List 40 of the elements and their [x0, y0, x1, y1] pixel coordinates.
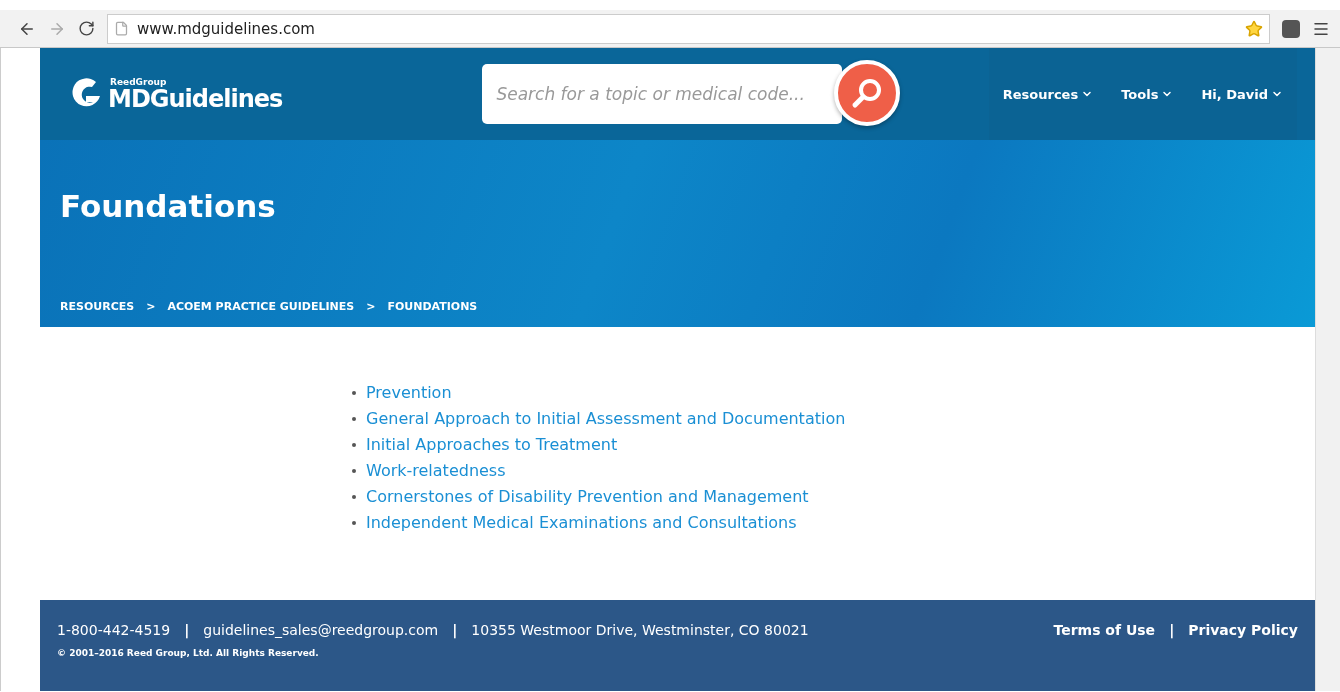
footer-separator: |	[451, 622, 459, 638]
bullet	[352, 494, 356, 499]
nav-menu[interactable]: Tools	[1107, 48, 1188, 140]
breadcrumb-separator: >	[365, 300, 377, 313]
breadcrumb-link[interactable]: RESOURCES	[60, 300, 135, 313]
reload-icon[interactable]	[78, 20, 95, 37]
bullet	[352, 390, 356, 395]
topic-link[interactable]: Prevention	[366, 383, 452, 402]
topic-link[interactable]: General Approach to Initial Assessment and Documentation	[366, 409, 846, 428]
breadcrumb-separator: >	[145, 300, 157, 313]
footer-link[interactable]: Privacy Policy	[1188, 622, 1298, 691]
topic-link[interactable]: Independent Medical Examinations and Consultations	[366, 513, 797, 532]
topic-link[interactable]: Cornerstones of Disability Prevention and Management	[366, 487, 809, 506]
logo-subtitle: ReedGroup	[110, 77, 168, 87]
page-icon	[114, 21, 129, 36]
footer-separator: |	[1168, 622, 1176, 641]
contact-text: guidelines_sales@reedgroup.com	[203, 622, 439, 638]
topic-link[interactable]: Work-relatedness	[366, 461, 506, 480]
contact-text: 1-800-442-4519	[57, 622, 171, 638]
nav-menu[interactable]: Hi, David	[1187, 48, 1297, 140]
contact-text: 10355 Westmoor Drive, Westminster, CO 80021	[471, 622, 809, 638]
bullet	[352, 442, 356, 447]
copyright-text: © 2001–2016 Reed Group, Ltd. All Rights Reserved.	[57, 648, 320, 658]
bullet	[352, 416, 356, 421]
nav-menu[interactable]: Resources	[988, 48, 1108, 140]
page-title: Foundations	[60, 188, 277, 224]
bullet	[352, 468, 356, 473]
scrollbar[interactable]	[1315, 48, 1340, 691]
footer-link[interactable]: Terms of Use	[1053, 622, 1156, 691]
logo-text: MDGuidelines	[108, 87, 283, 111]
topic-link[interactable]: Initial Approaches to Treatment	[366, 435, 618, 454]
star-icon[interactable]	[1245, 19, 1263, 38]
breadcrumb-link[interactable]: FOUNDATIONS	[387, 300, 478, 313]
url-text: www.mdguidelines.com	[137, 19, 315, 38]
bullet	[352, 520, 356, 525]
footer-separator: |	[183, 622, 191, 638]
breadcrumb-link[interactable]: ACOEM PRACTICE GUIDELINES	[167, 300, 355, 313]
search-field[interactable]: Search for a topic or medical code...	[482, 64, 843, 124]
address-bar[interactable]: www.mdguidelines.com	[107, 13, 1270, 44]
extension-icon[interactable]	[1282, 19, 1300, 38]
